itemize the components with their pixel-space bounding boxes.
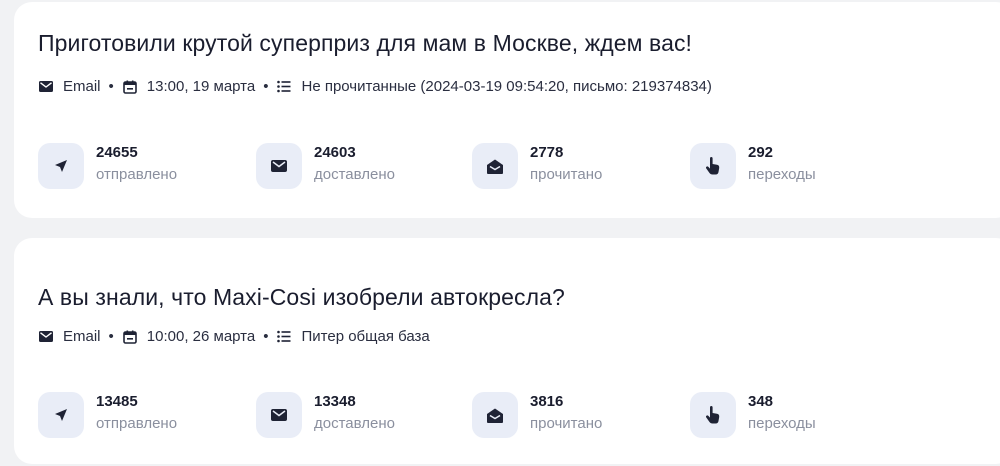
stat-value: 24655 <box>96 144 138 161</box>
campaign-meta: Email • 10:00, 26 марта • Питер общая ба… <box>38 328 430 345</box>
stat-value: 24603 <box>314 144 356 161</box>
segment-label: Питер общая база <box>301 328 430 345</box>
list-icon <box>276 329 292 345</box>
stat-label: доставлено <box>314 166 395 183</box>
meta-separator: • <box>263 78 269 95</box>
send-icon <box>38 143 84 189</box>
stat-label: прочитано <box>530 415 603 432</box>
send-datetime: 10:00, 26 марта <box>146 328 256 345</box>
stat-label: переходы <box>748 166 816 183</box>
meta-separator: • <box>263 328 269 345</box>
stat-label: доставлено <box>314 415 395 432</box>
meta-separator: • <box>108 328 114 345</box>
pointer-hand-icon <box>690 392 736 438</box>
calendar-icon <box>122 79 138 95</box>
stat-value: 13348 <box>314 393 356 410</box>
campaign-card[interactable]: Приготовили крутой суперприз для мам в М… <box>14 2 1000 218</box>
stat-label: прочитано <box>530 166 603 183</box>
envelope-icon <box>38 329 54 345</box>
send-icon <box>38 392 84 438</box>
stat-value: 292 <box>748 144 774 161</box>
segment-label: Не прочитанные (2024-03-19 09:54:20, пис… <box>301 78 712 95</box>
list-icon <box>276 79 292 95</box>
envelope-icon <box>256 392 302 438</box>
channel-label: Email <box>63 78 101 95</box>
envelope-open-icon <box>472 392 518 438</box>
channel-label: Email <box>63 328 101 345</box>
stat-value: 348 <box>748 393 774 410</box>
stat-value: 3816 <box>530 393 564 410</box>
meta-separator: • <box>108 78 114 95</box>
send-datetime: 13:00, 19 марта <box>146 78 256 95</box>
pointer-hand-icon <box>690 143 736 189</box>
calendar-icon <box>122 329 138 345</box>
envelope-icon <box>256 143 302 189</box>
campaign-title[interactable]: Приготовили крутой суперприз для мам в М… <box>38 30 692 57</box>
stat-label: отправлено <box>96 415 178 432</box>
stat-value: 13485 <box>96 393 138 410</box>
envelope-open-icon <box>472 143 518 189</box>
stat-value: 2778 <box>530 144 564 161</box>
campaign-title[interactable]: А вы знали, что Maxi-Cosi изобрели авток… <box>38 284 565 311</box>
stat-label: отправлено <box>96 166 178 183</box>
envelope-icon <box>38 79 54 95</box>
campaign-card[interactable]: А вы знали, что Maxi-Cosi изобрели авток… <box>14 238 1000 464</box>
campaign-meta: Email • 13:00, 19 марта • Не прочитанные… <box>38 78 712 95</box>
stat-label: переходы <box>748 415 816 432</box>
